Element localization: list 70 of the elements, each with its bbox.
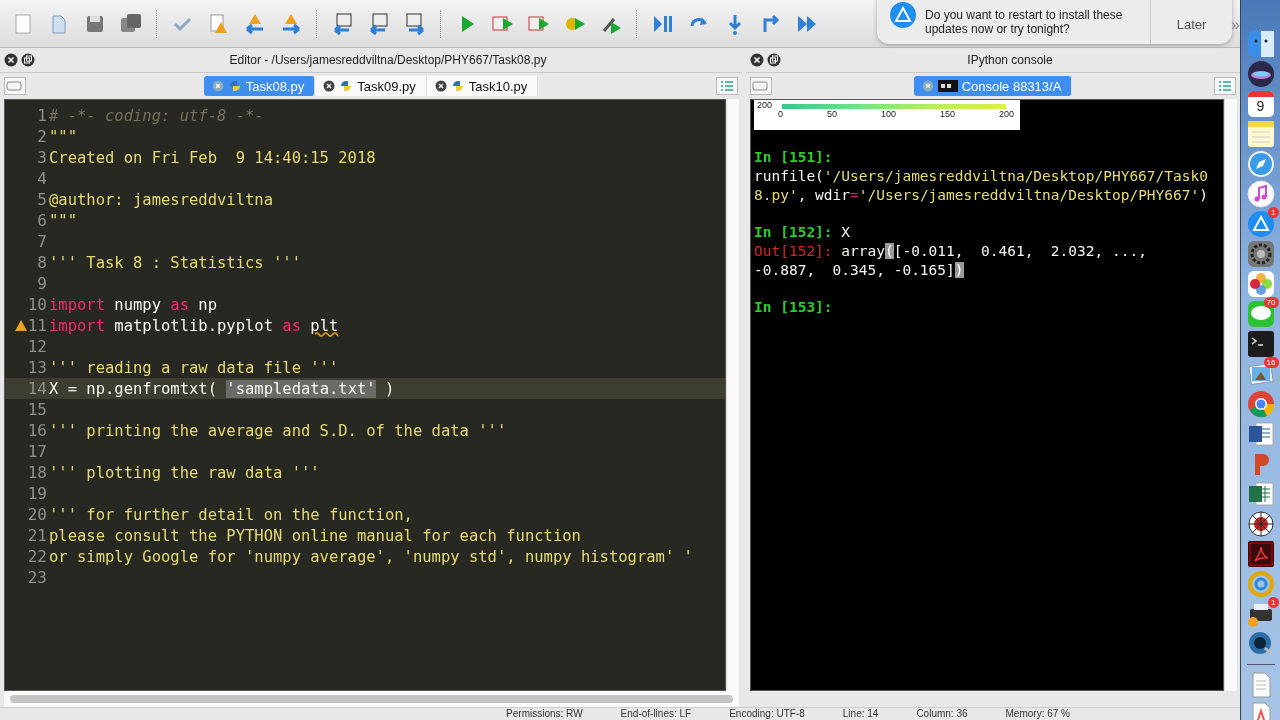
console-line: In [151]: — [754, 149, 833, 165]
line-number: 4 — [37, 169, 47, 188]
code-line: import numpy as np — [48, 295, 217, 314]
line-number: 23 — [27, 568, 47, 587]
line-number: 20 — [27, 505, 47, 524]
code-line: ''' Task 8 : Statistics ''' — [48, 253, 301, 272]
line-number: 1 — [37, 106, 47, 125]
line-number: 18 — [27, 463, 47, 482]
code-line: ''' plotting the raw data ''' — [48, 463, 320, 482]
console-line: -0.887, 0.345, -0.165]) — [754, 262, 964, 278]
code-line: @author: jamesreddviltna — [48, 190, 273, 209]
line-number: 15 — [27, 400, 47, 419]
status-item: Line: 14 — [842, 708, 879, 720]
console-line: 8.py', wdir='/Users/jamesreddviltna/Desktop/PHY667') — [754, 187, 1208, 203]
tick-label: 150 — [939, 109, 955, 119]
status-item: End-of-lines: LF — [620, 708, 692, 720]
code-line: """ — [48, 211, 77, 230]
line-number: 7 — [37, 232, 47, 251]
status-item: Encoding: UTF-8 — [729, 708, 805, 720]
file-tab[interactable]: Task09.py — [315, 76, 427, 96]
line-number: 14 — [27, 379, 47, 398]
later-button[interactable]: Later — [1150, 0, 1232, 44]
line-number: 3 — [37, 148, 47, 167]
console-line: In [153]: — [754, 299, 833, 315]
notification-badge: 1 — [1268, 597, 1279, 608]
notification-badge: 70 — [1263, 297, 1279, 308]
line-number: 8 — [37, 253, 47, 272]
tick-label: 100 — [880, 109, 896, 119]
notification-badge: 1 — [1268, 207, 1279, 218]
line-number: 16 — [27, 421, 47, 440]
code-line: please consult the PYTHON online manual for each function — [48, 526, 581, 545]
file-tab[interactable]: Console 88313/A — [913, 76, 1073, 96]
line-number: 5 — [37, 190, 47, 209]
code-line: Created on Fri Feb 9 14:40:15 2018 — [48, 148, 376, 167]
tick-label: 50 — [827, 109, 837, 119]
tick-label: 200 — [998, 109, 1014, 119]
tick-label: 200 — [757, 100, 773, 110]
line-number: 2 — [37, 127, 47, 146]
status-item: Memory: 67 % — [1005, 708, 1070, 720]
line-number: 10 — [27, 295, 47, 314]
notification-message: Do you want to restart to install these updates now or try tonight? — [925, 7, 1124, 36]
console-line: Out[152]: array([-0.011, 0.461, 2.032, ..., — [754, 243, 1147, 259]
line-number: 17 — [27, 442, 47, 461]
pane-title: IPython console — [966, 53, 1054, 67]
notification-badge: 16 — [1263, 357, 1279, 368]
code-line: ''' reading a raw data file ''' — [48, 358, 339, 377]
console-line: In [152]: X — [754, 224, 851, 240]
line-number: 6 — [37, 211, 47, 230]
pane-title: Editor - /Users/jamesreddviltna/Desktop/PHY667/Task08.py — [228, 53, 548, 67]
code-line: """ — [48, 127, 77, 146]
code-line: import matplotlib.pyplot as plt — [48, 316, 339, 335]
code-line: ''' for further detail on the function, — [48, 505, 413, 524]
status-item: Permissions: RW — [506, 708, 583, 720]
code-line: # -*- coding: utf-8 -*- — [48, 106, 264, 125]
line-number: 13 — [27, 358, 47, 377]
file-tab[interactable]: Task10.py — [426, 76, 539, 96]
line-number: 9 — [37, 274, 47, 293]
line-number: 12 — [27, 337, 47, 356]
console-line: runfile('/Users/jamesreddviltna/Desktop/PHY667/Task0 — [754, 168, 1208, 184]
line-number: 22 — [27, 547, 47, 566]
line-number: 21 — [27, 526, 47, 545]
code-line: or simply Google for 'numpy average', 'numpy std', numpy histogram' ' — [48, 547, 693, 566]
code-line: X = np.genfromtxt( 'sampledata.txt' ) — [48, 379, 395, 398]
code-line: ''' printing the average and S.D. of the data ''' — [48, 421, 507, 440]
line-number: 19 — [27, 484, 47, 503]
file-tab[interactable]: Task08.py — [203, 76, 316, 96]
calendar-icon[interactable]: 9 — [1247, 91, 1274, 117]
tick-label: 0 — [778, 109, 783, 119]
line-number: 11 — [27, 316, 47, 335]
status-item: Column: 36 — [916, 708, 968, 720]
